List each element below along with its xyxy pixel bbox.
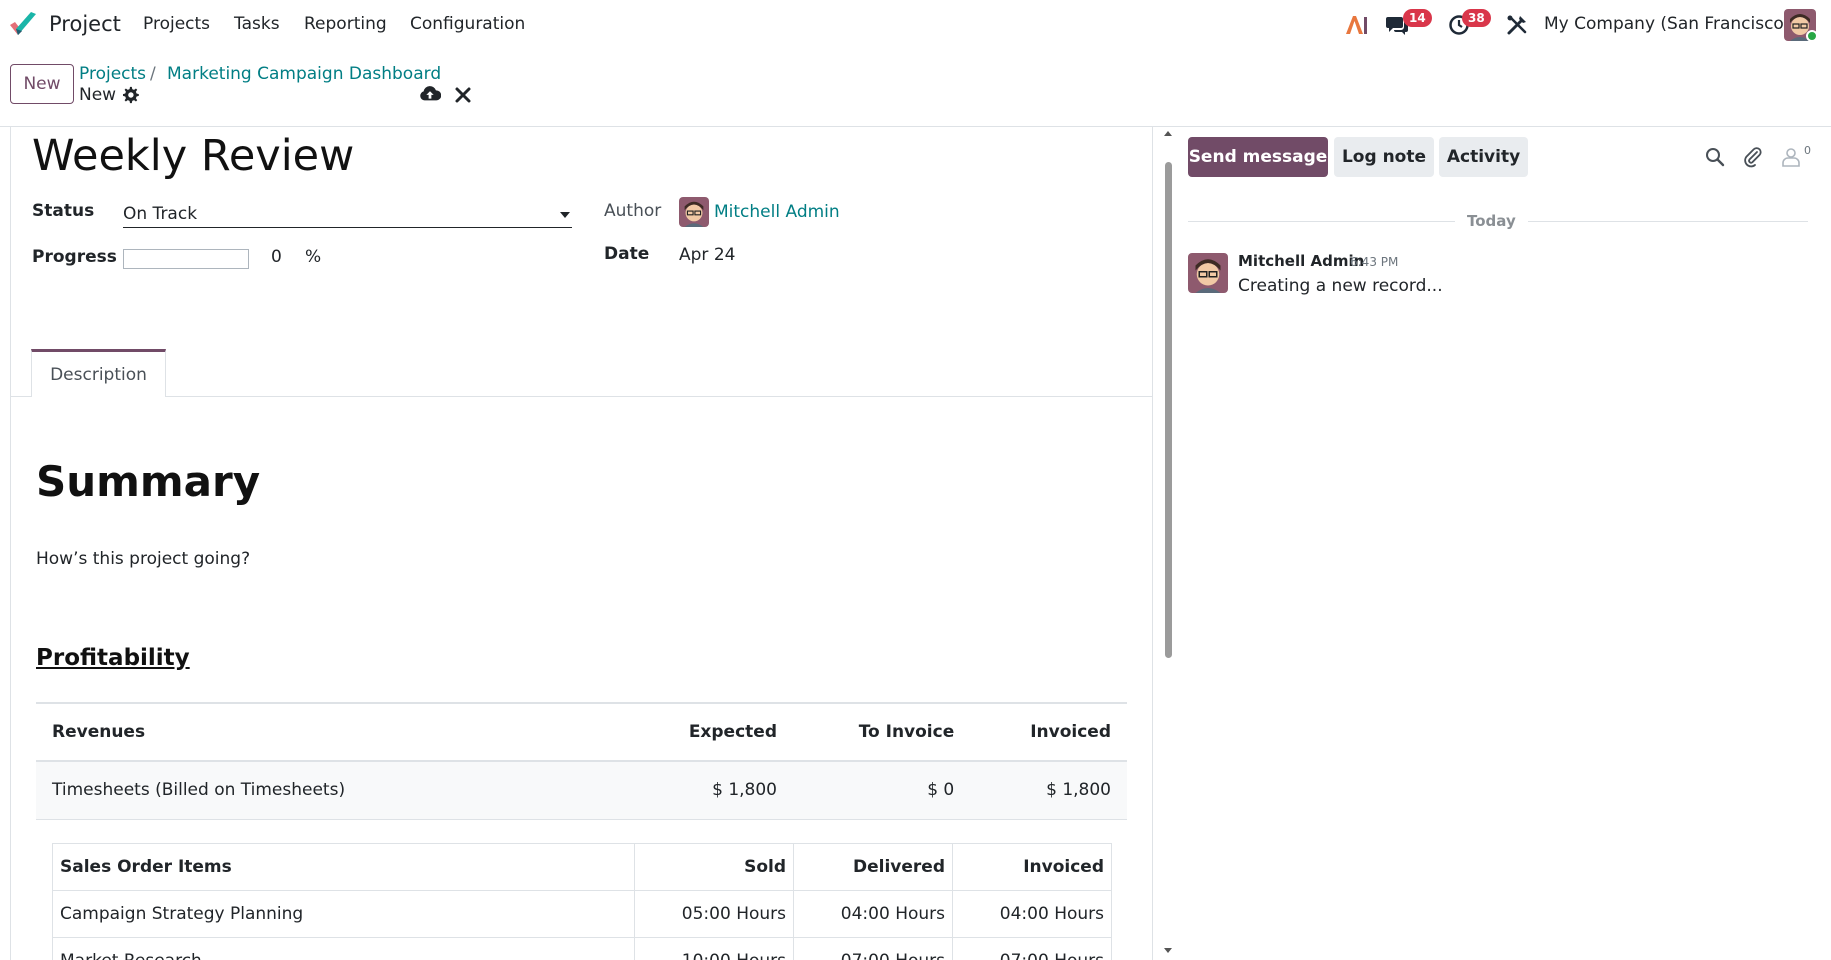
summary-heading[interactable]: Summary bbox=[36, 457, 260, 506]
breadcrumb-separator: / bbox=[150, 64, 156, 84]
cell: Market Research bbox=[52, 937, 635, 960]
col-invoiced: Invoiced bbox=[952, 843, 1112, 891]
paperclip-icon[interactable] bbox=[1742, 146, 1764, 168]
gear-icon[interactable] bbox=[121, 86, 139, 104]
scroll-down-arrow-icon[interactable] bbox=[1164, 948, 1172, 953]
author-avatar bbox=[679, 197, 709, 227]
date-label: Date bbox=[604, 244, 650, 264]
revenues-table: Revenues Expected To Invoice Invoiced Ti… bbox=[36, 702, 1127, 820]
cell: 04:00 Hours bbox=[793, 890, 953, 938]
ai-icon[interactable] bbox=[1345, 13, 1369, 37]
followers-icon[interactable] bbox=[1780, 146, 1802, 168]
cell: Campaign Strategy Planning bbox=[52, 890, 635, 938]
menu-projects[interactable]: Projects bbox=[143, 14, 210, 34]
progress-label: Progress bbox=[32, 247, 117, 267]
date-separator-label: Today bbox=[1455, 212, 1528, 230]
sales-order-items-table: Sales Order Items Sold Delivered Invoice… bbox=[52, 843, 1112, 960]
activities-badge: 38 bbox=[1462, 9, 1491, 27]
tab-divider bbox=[11, 396, 1152, 397]
scroll-up-arrow-icon[interactable] bbox=[1164, 131, 1172, 136]
col-to-invoice: To Invoice bbox=[858, 722, 955, 742]
menu-configuration[interactable]: Configuration bbox=[410, 14, 525, 34]
message-author[interactable]: Mitchell Admin bbox=[1238, 252, 1364, 270]
top-navbar: Project Projects Tasks Reporting Configu… bbox=[0, 0, 1831, 50]
message-time: 6:43 PM bbox=[1350, 255, 1399, 269]
company-switcher[interactable]: My Company (San Francisco) bbox=[1544, 14, 1790, 34]
cell: 05:00 Hours bbox=[634, 890, 794, 938]
update-title-input[interactable]: Weekly Review bbox=[32, 131, 354, 181]
new-button[interactable]: New bbox=[10, 64, 74, 104]
status-select[interactable]: On Track bbox=[123, 202, 572, 228]
cell: $ 0 bbox=[793, 761, 971, 820]
menu-tasks[interactable]: Tasks bbox=[234, 14, 280, 34]
profitability-heading[interactable]: Profitability bbox=[36, 645, 190, 671]
table-header-row: Revenues Expected To Invoice Invoiced bbox=[36, 703, 1127, 761]
search-icon[interactable] bbox=[1704, 146, 1726, 168]
online-status-icon bbox=[1806, 30, 1818, 42]
caret-down-icon bbox=[560, 212, 570, 218]
author-label: Author bbox=[604, 201, 662, 221]
progress-unit: % bbox=[305, 247, 322, 267]
breadcrumb-project[interactable]: Marketing Campaign Dashboard bbox=[167, 64, 441, 84]
cell: 04:00 Hours bbox=[952, 890, 1112, 938]
log-note-button[interactable]: Log note bbox=[1334, 137, 1434, 177]
progress-bar[interactable] bbox=[123, 249, 249, 269]
progress-value[interactable]: 0 bbox=[271, 247, 282, 267]
form-sheet: Weekly Review Status On Track Progress 0… bbox=[10, 127, 1153, 960]
debug-tools-icon[interactable] bbox=[1505, 13, 1529, 37]
cell: $ 1,800 bbox=[626, 761, 793, 820]
cell: 07:00 Hours bbox=[793, 937, 953, 960]
save-cloud-icon[interactable] bbox=[419, 84, 441, 104]
col-invoiced: Invoiced bbox=[1030, 722, 1111, 742]
discard-close-icon[interactable] bbox=[454, 86, 472, 104]
send-message-button[interactable]: Send message bbox=[1188, 137, 1328, 177]
author-link[interactable]: Mitchell Admin bbox=[714, 202, 840, 222]
col-delivered: Delivered bbox=[793, 843, 953, 891]
col-revenues: Revenues bbox=[52, 722, 146, 742]
messages-badge: 14 bbox=[1403, 9, 1432, 27]
cell: 07:00 Hours bbox=[952, 937, 1112, 960]
menu-reporting[interactable]: Reporting bbox=[304, 14, 387, 34]
app-name[interactable]: Project bbox=[49, 12, 121, 36]
tab-description[interactable]: Description bbox=[31, 349, 166, 397]
table-row: Market Research 10:00 Hours 07:00 Hours … bbox=[52, 937, 1112, 960]
date-field[interactable]: Apr 24 bbox=[679, 245, 735, 265]
status-label: Status bbox=[32, 201, 95, 221]
table-header-row: Sales Order Items Sold Delivered Invoice… bbox=[52, 843, 1112, 891]
col-expected: Expected bbox=[688, 722, 777, 742]
message-author-avatar[interactable] bbox=[1188, 253, 1228, 293]
project-app-icon[interactable] bbox=[8, 11, 38, 39]
cell: 10:00 Hours bbox=[634, 937, 794, 960]
breadcrumb-projects[interactable]: Projects bbox=[79, 64, 146, 84]
table-row: Timesheets (Billed on Timesheets) $ 1,80… bbox=[36, 761, 1127, 820]
message-body: Creating a new record... bbox=[1238, 276, 1443, 296]
summary-text[interactable]: How’s this project going? bbox=[36, 549, 250, 569]
col-sales-order-items: Sales Order Items bbox=[52, 843, 635, 891]
cell: Timesheets (Billed on Timesheets) bbox=[36, 761, 626, 820]
table-row: Campaign Strategy Planning 05:00 Hours 0… bbox=[52, 890, 1112, 938]
cell: $ 1,800 bbox=[970, 761, 1127, 820]
breadcrumb-current: New bbox=[79, 85, 117, 105]
activity-button[interactable]: Activity bbox=[1439, 137, 1528, 177]
followers-count: 0 bbox=[1804, 144, 1811, 157]
col-sold: Sold bbox=[634, 843, 794, 891]
status-value: On Track bbox=[123, 204, 198, 224]
scrollbar-thumb[interactable] bbox=[1165, 162, 1172, 658]
